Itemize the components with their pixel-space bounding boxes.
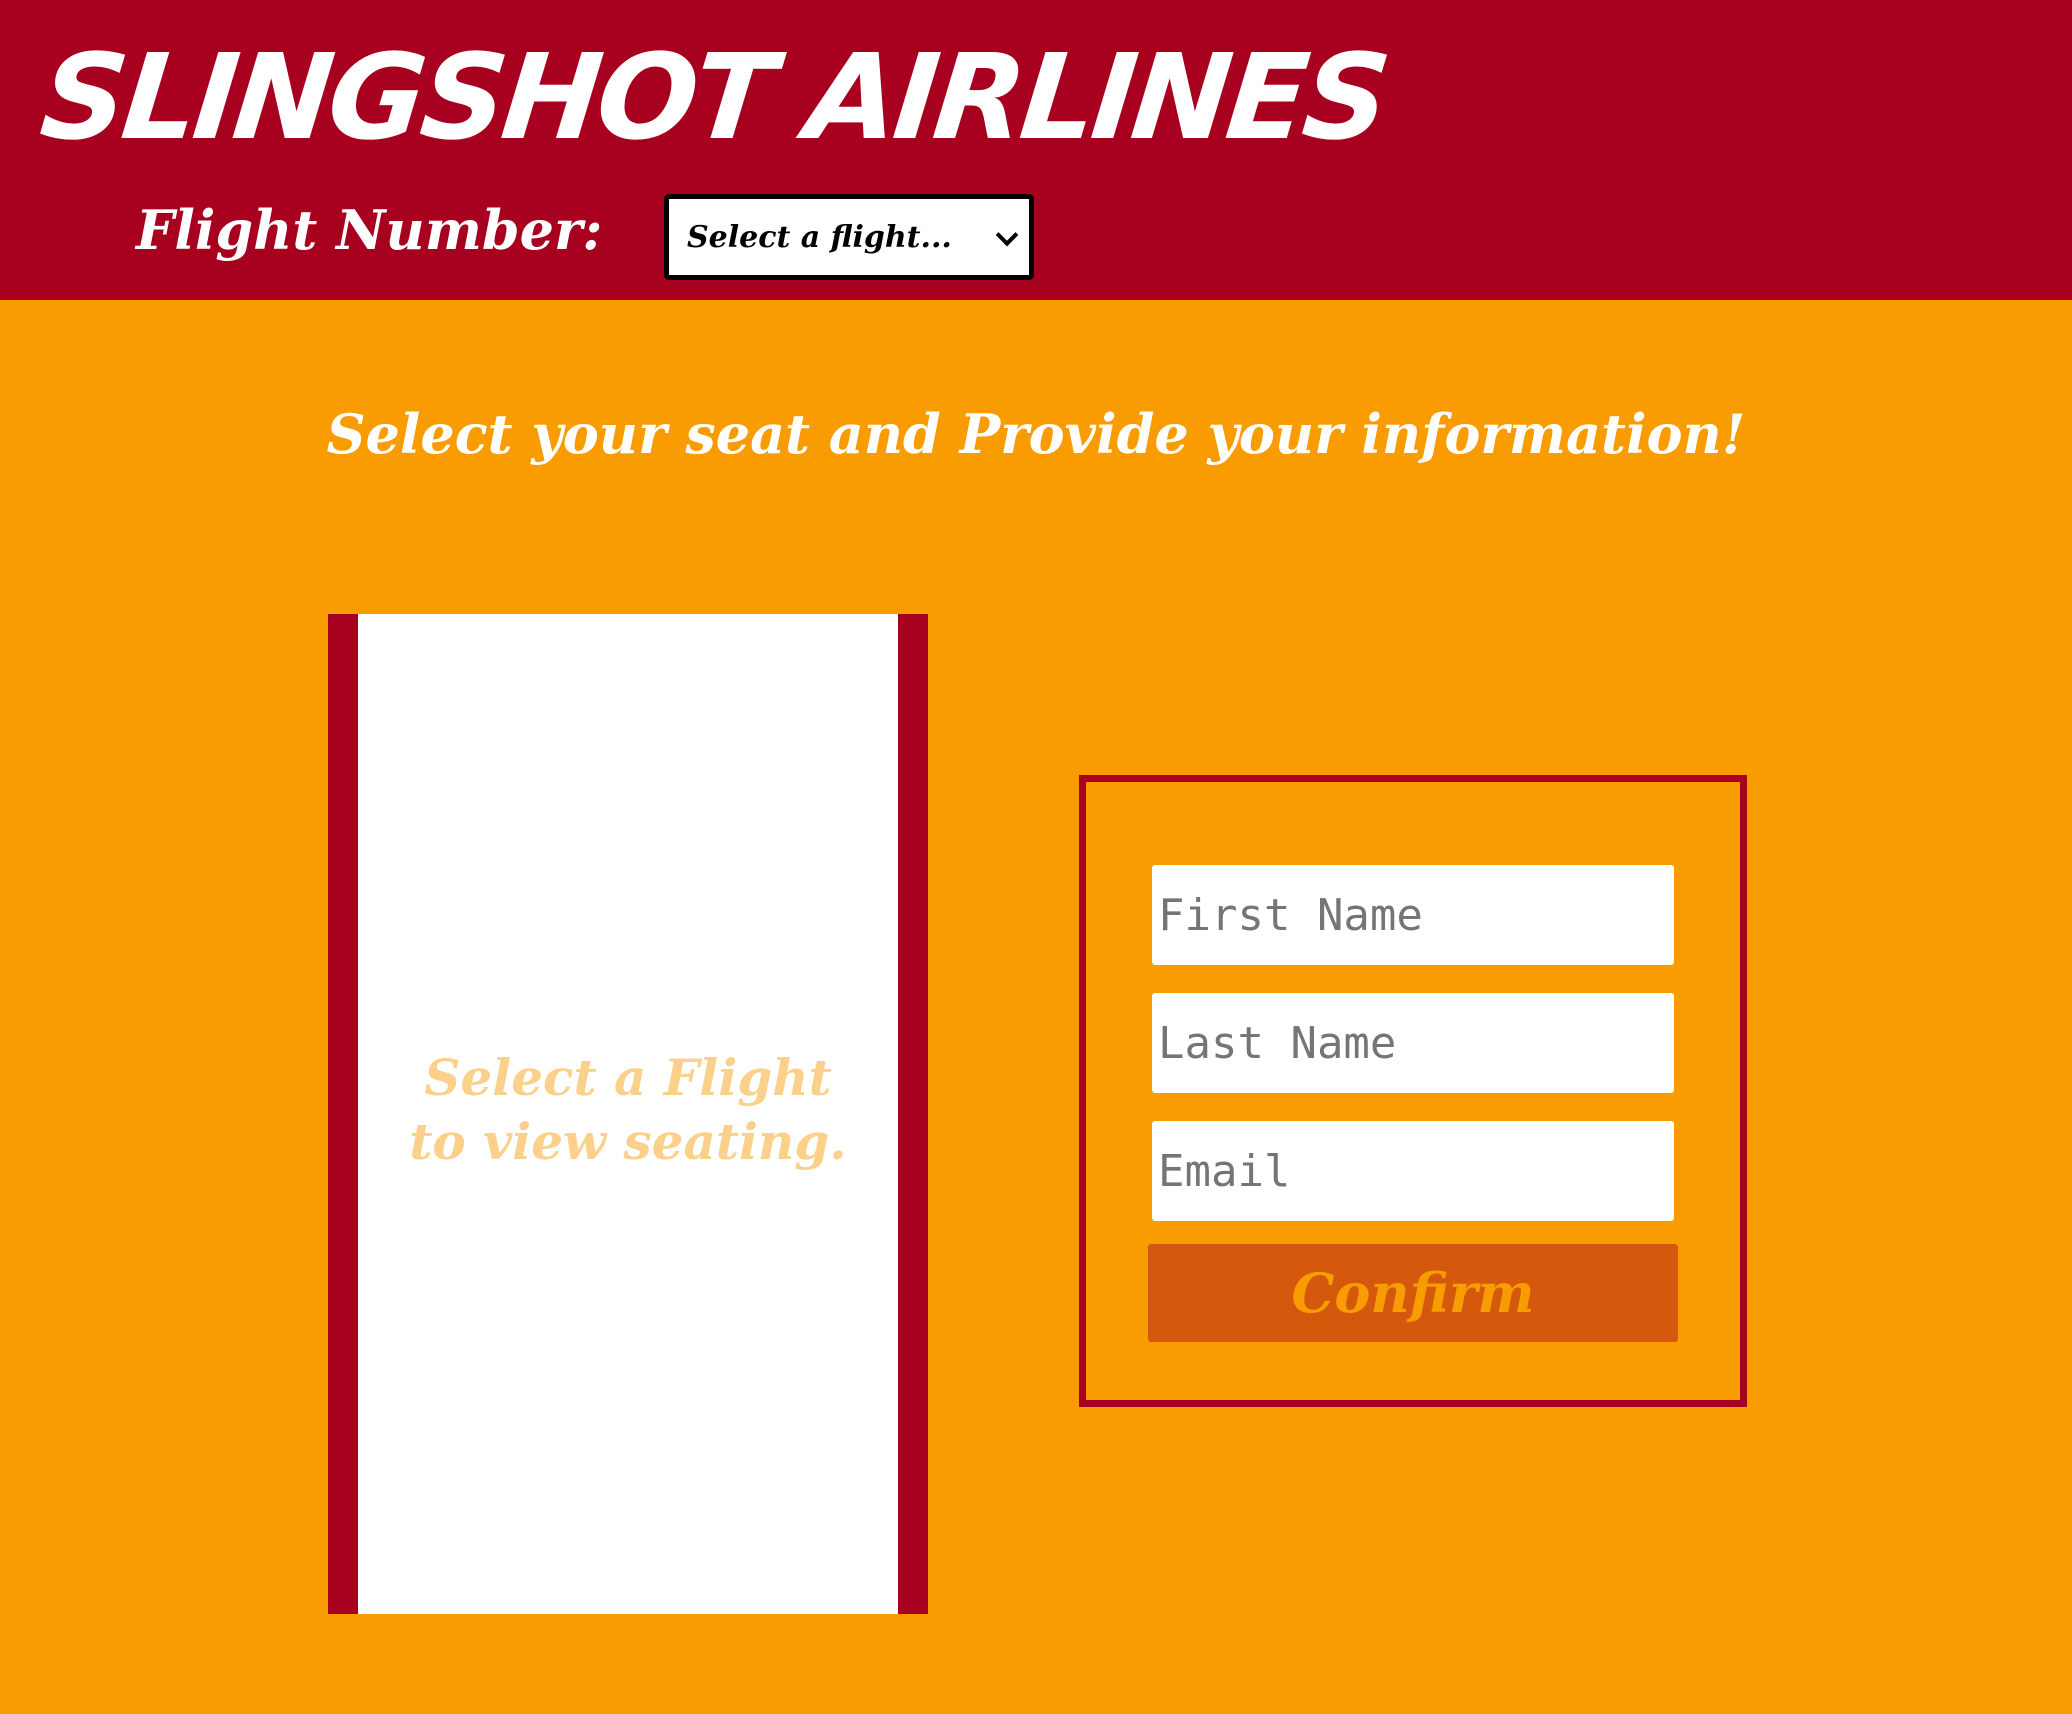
- seat-map-placeholder: Select a Flight to view seating.: [409, 1048, 847, 1171]
- first-name-input[interactable]: [1152, 865, 1674, 965]
- email-input[interactable]: [1152, 1121, 1674, 1221]
- seat-map: Select a Flight to view seating.: [328, 614, 928, 1614]
- flight-select-value: Select a flight...: [687, 219, 952, 255]
- confirm-button[interactable]: Confirm: [1148, 1244, 1678, 1342]
- brand-logo: SLINGSHOT AIRLINES: [34, 28, 1393, 166]
- flight-select[interactable]: Select a flight...: [664, 194, 1034, 280]
- last-name-input[interactable]: [1152, 993, 1674, 1093]
- passenger-form: Confirm: [1079, 775, 1747, 1407]
- page-headline: Select your seat and Provide your inform…: [326, 402, 1746, 466]
- site-header: SLINGSHOT AIRLINES Flight Number: Select…: [0, 0, 2072, 300]
- chevron-down-icon: [995, 223, 1019, 247]
- flight-number-label: Flight Number:: [136, 198, 603, 262]
